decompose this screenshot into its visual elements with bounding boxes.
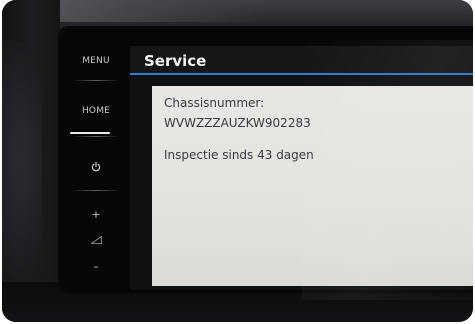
photo: MENU HOME + – Service Chassisnummer: WVW… (0, 0, 475, 324)
photo-frame: MENU HOME + – Service Chassisnummer: WVW… (2, 0, 473, 322)
chassis-value: WVWZZZAUZKW902283 (164, 116, 311, 130)
volume-icon (91, 236, 102, 244)
side-divider (72, 190, 120, 191)
side-button-column: MENU HOME + – (66, 44, 126, 284)
volume-up-button[interactable]: + (66, 208, 126, 221)
inspection-status: Inspectie sinds 43 dagen (164, 148, 314, 162)
dashboard-left-curve (2, 40, 42, 322)
side-divider (72, 136, 120, 137)
service-info-panel: Chassisnummer: WVWZZZAUZKW902283 Inspect… (152, 86, 473, 286)
menu-button[interactable]: MENU (66, 56, 126, 66)
home-active-indicator (70, 132, 110, 134)
home-button[interactable]: HOME (66, 106, 126, 116)
volume-down-button[interactable]: – (66, 260, 126, 273)
title-bar: Service (130, 46, 473, 74)
page-title: Service (144, 52, 207, 70)
infotainment-screen: Service Chassisnummer: WVWZZZAUZKW902283… (130, 46, 473, 290)
side-divider (72, 80, 120, 81)
title-accent-rule (130, 73, 473, 75)
power-icon[interactable] (91, 162, 101, 172)
chassis-label: Chassisnummer: (164, 96, 265, 110)
